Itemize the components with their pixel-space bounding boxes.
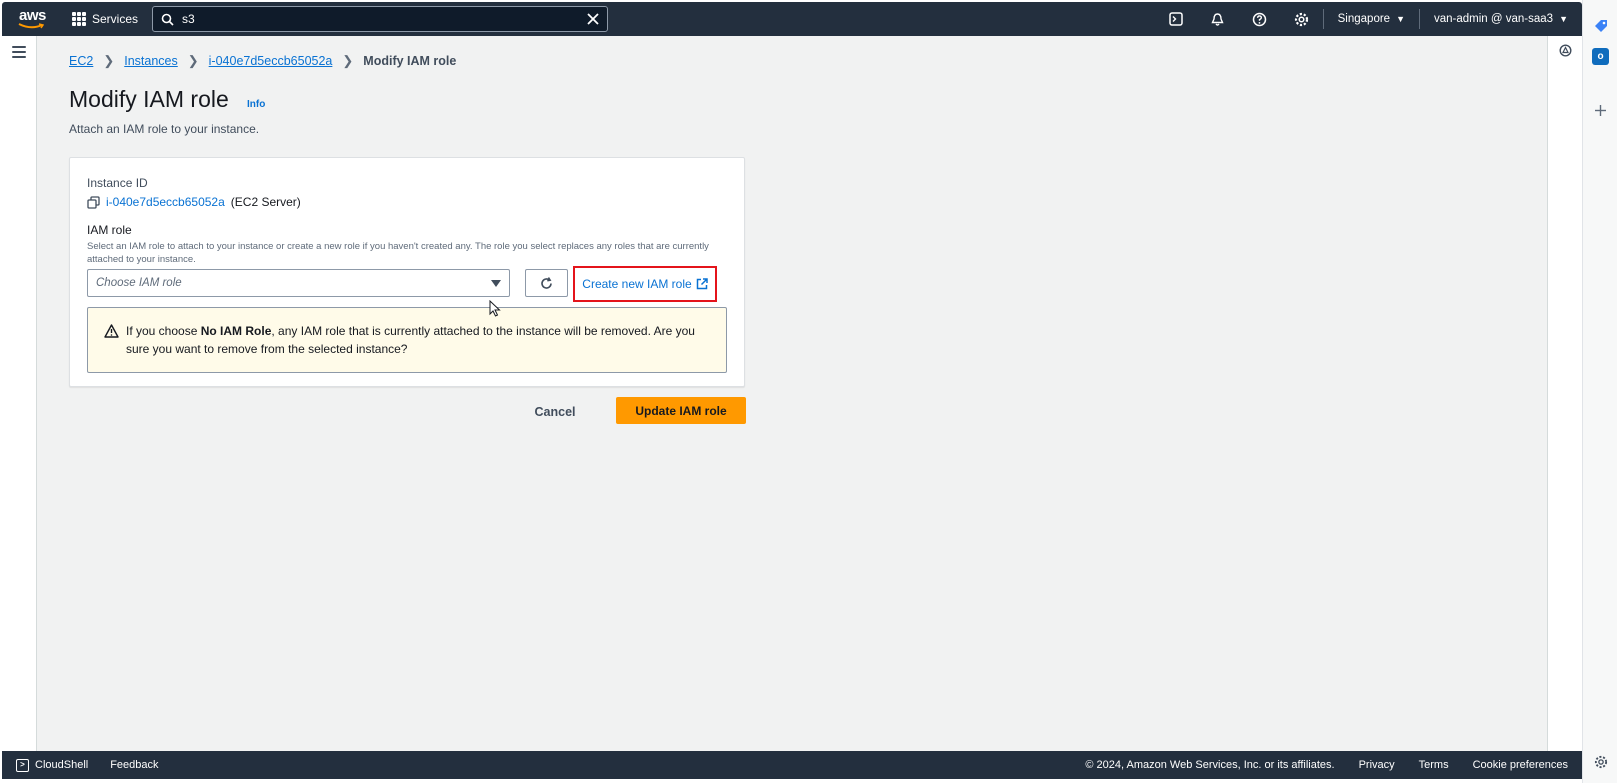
search-icon [161,13,174,26]
cloudshell-button[interactable]: > CloudShell [16,758,89,772]
services-label: Services [92,12,139,26]
instance-id-link[interactable]: i-040e7d5eccb65052a [106,195,225,209]
page-subtitle: Attach an IAM role to your instance. [69,122,260,136]
warning-text-bold: No IAM Role [200,324,272,338]
copyright-text: © 2024, Amazon Web Services, Inc. or its… [1085,759,1335,771]
tag-icon[interactable] [1593,18,1609,34]
top-navigation: aws Services s3 Singapore ▼ van-admin @ … [2,2,1582,36]
external-link-icon [696,278,708,290]
chevron-right-icon: ❯ [187,53,199,68]
search-value: s3 [182,12,195,26]
warning-icon [104,324,119,338]
instance-name: (EC2 Server) [230,195,301,209]
caret-down-icon: ▼ [1559,14,1568,24]
footer: > CloudShell Feedback © 2024, Amazon Web… [2,751,1582,779]
clear-search-icon[interactable] [587,13,599,25]
menu-icon[interactable] [12,46,26,61]
create-new-iam-role-link[interactable]: Create new IAM role [573,266,717,302]
privacy-link[interactable]: Privacy [1359,759,1395,771]
breadcrumb-current: Modify IAM role [363,54,457,68]
main-content: EC2 ❯ Instances ❯ i-040e7d5eccb65052a ❯ … [37,36,1547,751]
settings-icon[interactable] [1281,2,1323,36]
panel-icon[interactable] [1559,44,1572,57]
region-selector[interactable]: Singapore ▼ [1324,13,1419,25]
instance-id-row: i-040e7d5eccb65052a (EC2 Server) [87,195,301,209]
breadcrumb-instance-id[interactable]: i-040e7d5eccb65052a [209,54,333,68]
cloudshell-label: CloudShell [35,759,89,771]
update-iam-role-button[interactable]: Update IAM role [616,397,746,424]
breadcrumb-ec2[interactable]: EC2 [69,54,93,68]
terms-link[interactable]: Terms [1419,759,1449,771]
services-menu[interactable]: Services [72,12,138,26]
right-rail [1547,36,1582,751]
cloudshell-icon[interactable] [1155,2,1197,36]
instance-id-label: Instance ID [87,176,148,190]
cookie-preferences-link[interactable]: Cookie preferences [1473,759,1568,771]
region-label: Singapore [1337,13,1391,25]
left-rail [2,36,37,751]
page-title: Modify IAM role [69,86,229,112]
iam-role-description: Select an IAM role to attach to your ins… [87,241,709,265]
search-input[interactable]: s3 [152,6,609,32]
copy-icon[interactable] [87,195,100,209]
refresh-button[interactable] [525,269,568,297]
browser-side-strip: o [1582,0,1617,783]
cancel-button[interactable]: Cancel [527,400,583,424]
breadcrumb: EC2 ❯ Instances ❯ i-040e7d5eccb65052a ❯ … [69,53,456,69]
iam-role-select[interactable]: Choose IAM role [87,269,510,297]
account-label: van-admin @ van-saa3 [1434,13,1554,25]
settings-icon[interactable] [1594,755,1608,769]
caret-down-icon [491,279,501,287]
chevron-right-icon: ❯ [342,53,354,68]
warning-text-prefix: If you choose [126,324,201,338]
iam-role-placeholder: Choose IAM role [96,277,182,289]
notifications-icon[interactable] [1197,2,1239,36]
feedback-link[interactable]: Feedback [110,759,158,771]
create-role-label: Create new IAM role [582,277,692,291]
cloudshell-icon: > [16,758,29,772]
mouse-cursor-icon [489,300,501,317]
aws-smile-icon [18,23,44,29]
caret-down-icon: ▼ [1396,14,1405,24]
iam-role-label: IAM role [87,223,132,237]
grid-icon [72,12,86,26]
info-link[interactable]: Info [247,99,265,110]
breadcrumb-instances[interactable]: Instances [124,54,178,68]
outlook-icon[interactable]: o [1592,48,1609,65]
warning-alert: If you choose No IAM Role, any IAM role … [87,307,727,373]
modify-iam-role-form: Instance ID i-040e7d5eccb65052a (EC2 Ser… [69,157,745,387]
refresh-icon [541,276,552,289]
chevron-right-icon: ❯ [103,53,115,68]
account-menu[interactable]: van-admin @ van-saa3 ▼ [1420,13,1582,25]
add-icon[interactable] [1594,104,1607,117]
aws-logo[interactable]: aws [16,4,58,34]
help-icon[interactable] [1239,2,1281,36]
